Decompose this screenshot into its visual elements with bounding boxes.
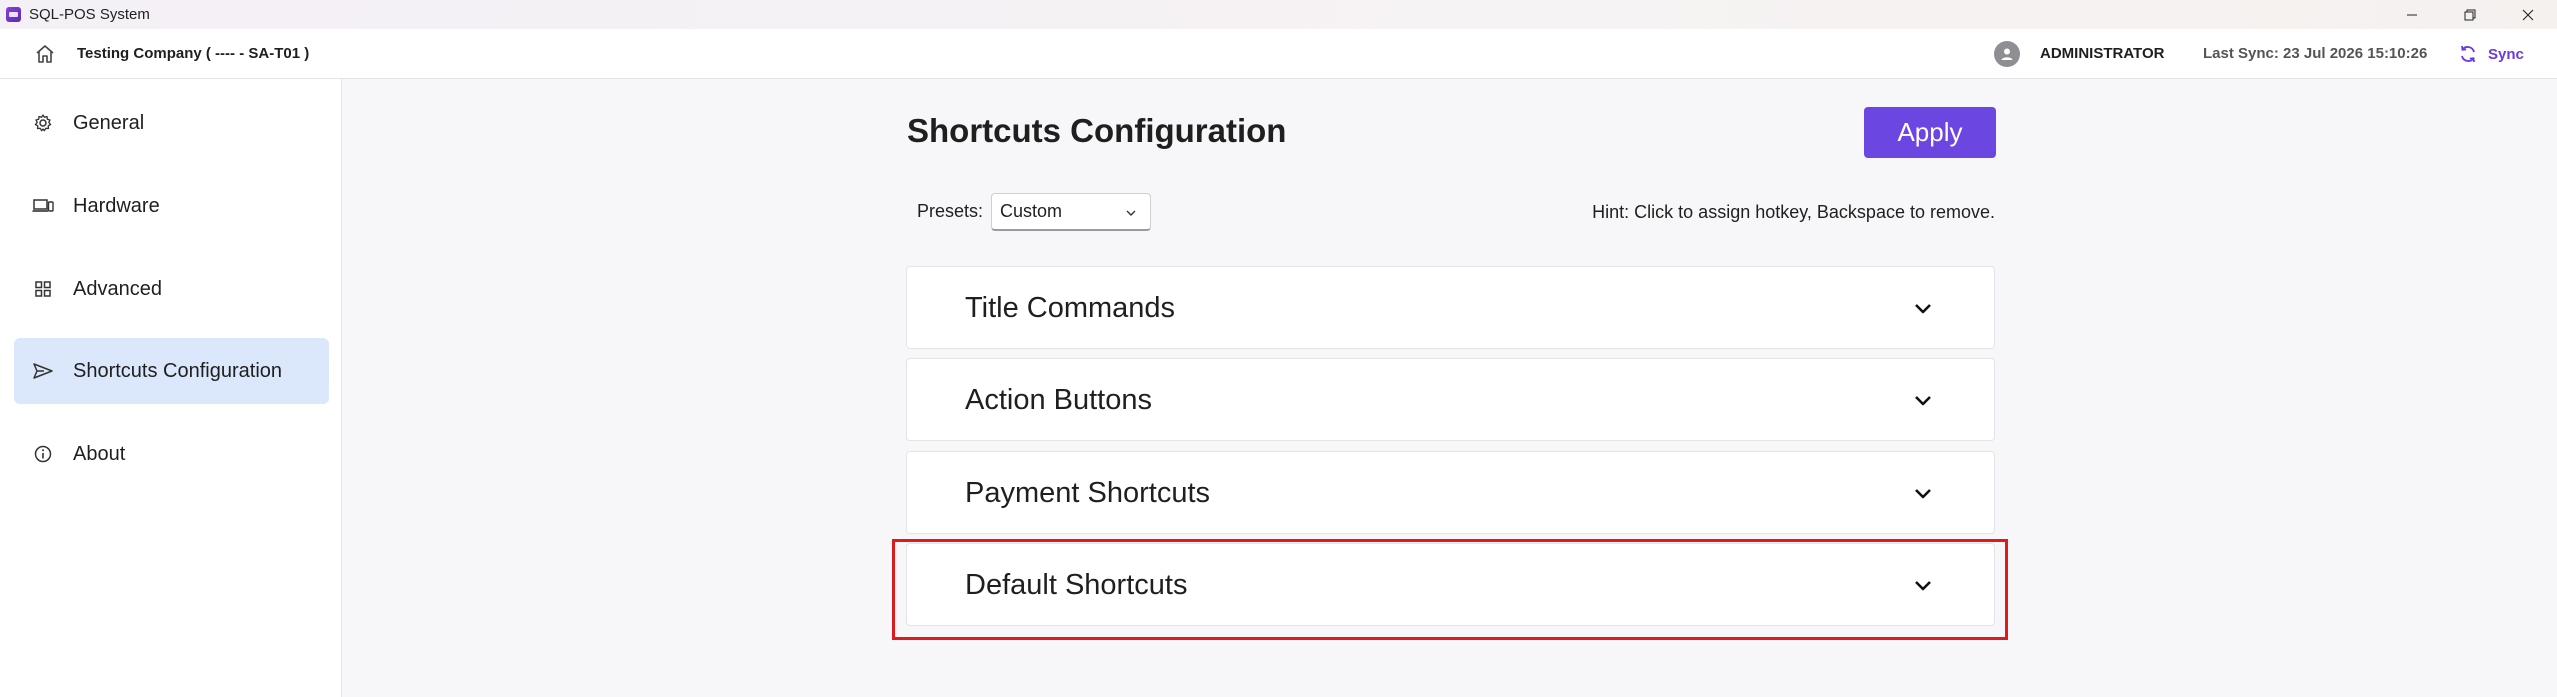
user-name: ADMINISTRATOR — [2040, 45, 2165, 62]
section-title: Title Commands — [965, 292, 1176, 324]
section-title: Payment Shortcuts — [965, 477, 1210, 509]
chevron-down-icon — [1124, 204, 1138, 218]
avatar[interactable] — [1994, 41, 2020, 67]
sidebar-item-label: General — [73, 111, 145, 134]
sidebar-item-label: About — [73, 442, 126, 465]
hint-text: Hint: Click to assign hotkey, Backspace … — [1592, 202, 1995, 222]
sync-label: Sync — [2488, 45, 2524, 63]
sync-icon — [2461, 45, 2475, 63]
page-title: Shortcuts Configuration — [907, 112, 1287, 149]
info-icon — [32, 443, 54, 465]
close-button[interactable] — [2499, 0, 2557, 29]
apply-button[interactable]: Apply — [1864, 107, 1996, 158]
sidebar-item-general[interactable]: General — [14, 90, 329, 156]
minimize-icon — [2407, 14, 2417, 15]
close-icon — [2522, 9, 2534, 20]
chevron-down-icon[interactable] — [1912, 389, 1934, 411]
window-title: SQL-POS System — [29, 6, 150, 23]
section-action-buttons[interactable]: Action Buttons — [906, 358, 1995, 441]
home-icon[interactable] — [34, 43, 56, 65]
grid-icon — [32, 278, 54, 300]
sidebar-item-shortcuts-configuration[interactable]: Shortcuts Configuration — [14, 338, 329, 404]
chevron-down-icon[interactable] — [1912, 482, 1934, 504]
highlight-box — [892, 539, 2008, 640]
last-sync-status: Last Sync: 23 Jul 2026 15:10:26 — [2203, 45, 2428, 62]
chevron-down-icon[interactable] — [1912, 297, 1934, 319]
restore-button[interactable] — [2441, 0, 2499, 29]
section-title-commands[interactable]: Title Commands — [906, 266, 1995, 349]
send-icon — [32, 360, 54, 382]
presets-label: Presets: — [917, 201, 984, 221]
section-title: Action Buttons — [965, 384, 1152, 416]
sidebar: General Hardware Advanced Shortcuts Conf… — [0, 79, 342, 697]
user-icon — [2001, 48, 2013, 60]
title-bar: SQL-POS System — [0, 0, 2557, 29]
section-payment-shortcuts[interactable]: Payment Shortcuts — [906, 451, 1995, 534]
company-name: Testing Company ( ---- - SA-T01 ) — [77, 45, 310, 62]
hardware-icon — [32, 195, 54, 217]
sidebar-item-label: Hardware — [73, 194, 160, 217]
gear-icon — [32, 112, 54, 134]
sidebar-item-label: Advanced — [73, 277, 162, 300]
sync-button[interactable]: Sync — [2458, 41, 2524, 67]
sidebar-item-label: Shortcuts Configuration — [73, 359, 283, 382]
app-header: Testing Company ( ---- - SA-T01 ) ADMINI… — [0, 29, 2557, 79]
window-controls — [2383, 0, 2557, 29]
presets-selected-value: Custom — [1000, 201, 1063, 221]
sidebar-item-about[interactable]: About — [14, 421, 329, 487]
minimize-button[interactable] — [2383, 0, 2441, 29]
presets-dropdown[interactable]: Custom — [991, 193, 1151, 231]
sidebar-item-advanced[interactable]: Advanced — [14, 256, 329, 322]
app-logo-icon — [6, 7, 21, 22]
sidebar-item-hardware[interactable]: Hardware — [14, 173, 329, 239]
restore-icon — [2464, 9, 2476, 20]
